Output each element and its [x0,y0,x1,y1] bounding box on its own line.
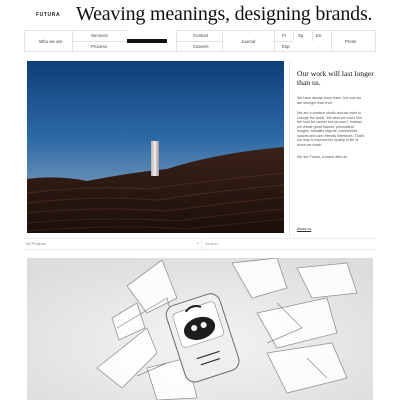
search-field[interactable]: Search [201,239,377,249]
nav-item-careers[interactable]: Careers [176,41,222,52]
page: FUTURA Weaving meanings, designing brand… [0,0,400,400]
nav-item-services[interactable]: Services [72,30,128,41]
intro-title: Our work will last longer than us. [297,69,374,87]
intro-panel: Our work will last longer than us. We ha… [289,61,375,237]
lang-esp[interactable]: Esp [274,41,293,52]
nav-item-process[interactable]: Process [72,41,128,52]
desert-dusk-photo [27,61,284,233]
nav-item-journal[interactable]: Journal [222,30,274,52]
search-input[interactable]: Search [205,241,218,246]
hero-image[interactable] [27,61,284,233]
broken-glass-bottle-photo [27,258,373,400]
about-us-link[interactable]: About us [297,227,311,231]
project-image[interactable] [27,258,373,400]
intro-paragraph-1: We have always been frank, but now we ar… [297,96,362,105]
site-header: FUTURA Weaving meanings, designing brand… [24,3,376,28]
nav-item-contact[interactable]: Contact [176,30,222,41]
intro-paragraph-2: We are a creative studio and we want to … [297,111,365,147]
project-filter-bar: All Projects ⌄ Search [24,238,376,250]
nav-item-press[interactable]: Press [331,30,376,52]
nav-item-who-we-are[interactable]: Who we are [24,30,72,52]
nav-active-indicator [127,39,167,43]
intro-paragraph-3: We are Futura, a brand after all. [297,155,348,159]
tagline: Weaving meanings, designing brands. [76,3,373,25]
main-nav: Who we are Services Process Contact Care… [24,30,376,52]
category-select[interactable]: All Projects [26,241,46,246]
logo[interactable]: FUTURA [36,12,60,18]
chevron-down-icon[interactable]: ⌄ [196,240,200,246]
lang-fr[interactable]: Fr [274,30,293,41]
lang-en[interactable]: En [312,30,331,41]
lang-sp[interactable]: Sp [293,30,312,41]
